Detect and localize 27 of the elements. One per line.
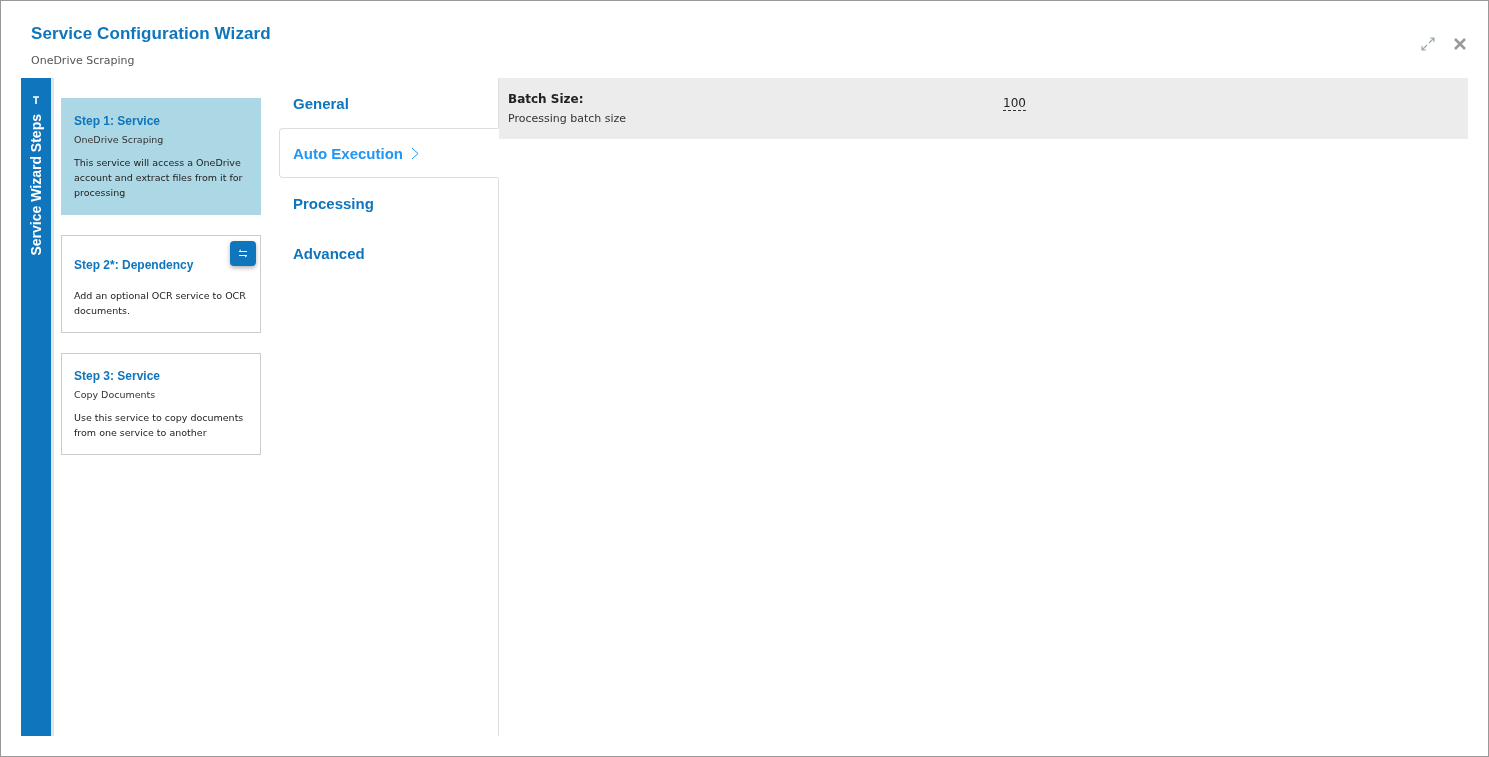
window-title: Service Configuration Wizard [31, 24, 271, 44]
step-title: Step 3: Service [74, 369, 162, 383]
step-card[interactable]: Step 1: Service OneDrive Scraping This service will access a OneDrive account and extract files from it for processing [61, 98, 261, 215]
step-description: Use this service to copy documents from one service to another [74, 411, 245, 440]
tab[interactable]: Processing [279, 178, 499, 228]
tab[interactable]: Auto Execution [279, 128, 499, 178]
sidebar-bar[interactable]: Service Wizard Steps [21, 78, 54, 736]
swap-button[interactable] [230, 241, 256, 266]
setting-value-field[interactable]: 100 [1003, 96, 1026, 111]
tab[interactable]: General [279, 78, 499, 128]
setting-description: Processing batch size [508, 112, 628, 125]
step-subtitle: OneDrive Scraping [74, 134, 165, 145]
setting-label: Batch Size: [508, 92, 585, 106]
step-card[interactable]: Step 3: Service Copy Documents Use this service to copy documents from one service to another [61, 353, 261, 455]
step-description: Add an optional OCR service to OCR documents. [74, 289, 247, 318]
step-card[interactable]: Step 2*: Dependency Add an optional OCR service to OCR documents. [61, 235, 261, 333]
step-title: Step 1: Service [74, 114, 162, 128]
window-subtitle: OneDrive Scraping [31, 54, 136, 67]
sidebar-label: Service Wizard Steps [28, 114, 44, 256]
chevron-right-icon [411, 146, 419, 160]
swap-arrows-icon [238, 249, 248, 258]
step-description: This service will access a OneDrive account and extract files from it for processing [74, 156, 244, 200]
step-title: Step 2*: Dependency [74, 258, 195, 272]
tab[interactable]: Advanced [279, 228, 499, 278]
expand-icon[interactable] [1421, 37, 1435, 51]
close-icon[interactable] [1453, 37, 1467, 51]
step-subtitle: Copy Documents [74, 389, 157, 400]
